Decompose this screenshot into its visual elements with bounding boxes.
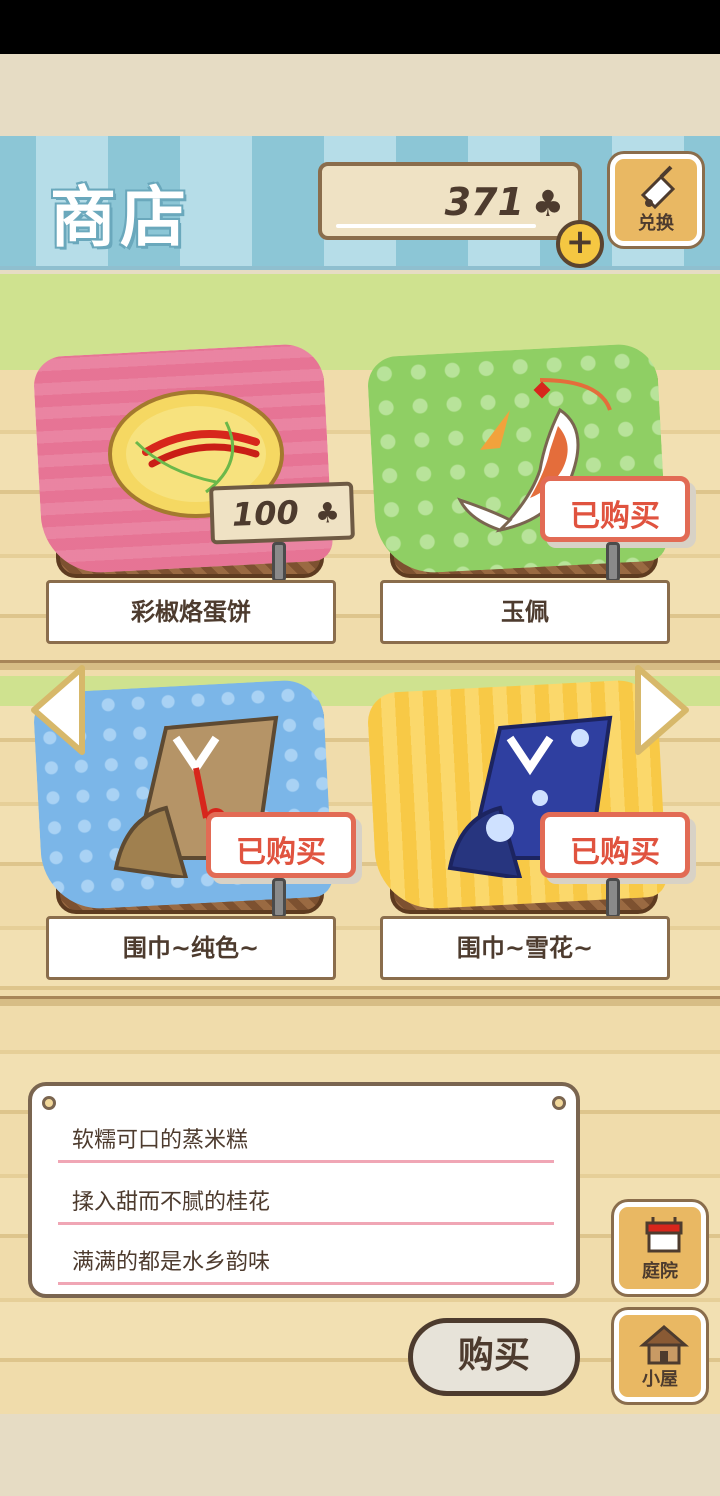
previous-page-arrow-icon[interactable] <box>28 664 86 756</box>
item-description-panel: 软糯可口的蒸米糕 揉入甜而不腻的桂花 满满的都是水乡韵味 <box>28 1082 580 1298</box>
add-currency-button[interactable]: + <box>556 220 604 268</box>
yard-label: 庭院 <box>642 1261 678 1282</box>
price-tag: 100 ♣ <box>209 481 355 545</box>
description-line: 揉入甜而不腻的桂花 <box>72 1190 271 1215</box>
top-spacer <box>0 54 720 136</box>
clover-icon: ♣ <box>531 184 564 225</box>
yard-icon <box>645 1217 683 1253</box>
house-button[interactable]: 小屋 <box>614 1310 706 1402</box>
clip-icon <box>606 878 620 918</box>
purchased-label: 已购买 <box>570 835 660 870</box>
currency-value: 371 <box>444 180 524 224</box>
shop-item-scarf-plain[interactable]: 已购买 围巾~纯色~ <box>32 678 356 998</box>
page-title: 商店 <box>50 179 190 256</box>
item-name: 围巾~雪花~ <box>380 916 670 980</box>
purchased-badge: 已购买 <box>206 812 356 878</box>
currency-display: 371 ♣ <box>318 162 582 240</box>
bottom-spacer <box>0 1414 720 1496</box>
purchased-badge: 已购买 <box>540 476 690 542</box>
currency-highlight <box>336 224 536 228</box>
purchased-badge: 已购买 <box>540 812 690 878</box>
buy-button[interactable]: 购买 <box>408 1318 580 1396</box>
next-page-arrow-icon[interactable] <box>634 664 692 756</box>
house-icon <box>639 1325 689 1365</box>
item-price: 100 <box>231 493 300 534</box>
shop-item-scarf-snowflake[interactable]: 已购买 围巾~雪花~ <box>366 678 690 998</box>
description-line: 软糯可口的蒸米糕 <box>72 1128 249 1153</box>
clip-icon <box>606 542 620 582</box>
exchange-button[interactable]: 兑换 <box>610 154 702 246</box>
purchased-label: 已购买 <box>570 499 660 534</box>
house-label: 小屋 <box>642 1369 678 1390</box>
bell-icon <box>640 165 676 210</box>
description-rule <box>58 1282 554 1285</box>
clip-icon <box>272 878 286 918</box>
yard-button[interactable]: 庭院 <box>614 1202 706 1294</box>
item-name: 彩椒烙蛋饼 <box>46 580 336 644</box>
item-name: 围巾~纯色~ <box>46 916 336 980</box>
pin-icon <box>42 1096 56 1110</box>
pin-icon <box>552 1096 566 1110</box>
shop-header: 商店 371 ♣ + 兑换 <box>0 136 720 270</box>
clip-icon <box>272 542 286 582</box>
clover-icon: ♣ <box>314 495 341 530</box>
exchange-label: 兑换 <box>638 213 674 234</box>
description-rule <box>58 1222 554 1225</box>
status-bar <box>0 0 720 54</box>
shop-item-omelette[interactable]: 100 ♣ 彩椒烙蛋饼 <box>32 342 355 662</box>
purchased-label: 已购买 <box>236 835 326 870</box>
description-line: 满满的都是水乡韵味 <box>72 1250 271 1275</box>
shop-item-jade-pendant[interactable]: 已购买 玉佩 <box>366 342 690 662</box>
item-name: 玉佩 <box>380 580 670 644</box>
description-rule <box>58 1160 554 1163</box>
